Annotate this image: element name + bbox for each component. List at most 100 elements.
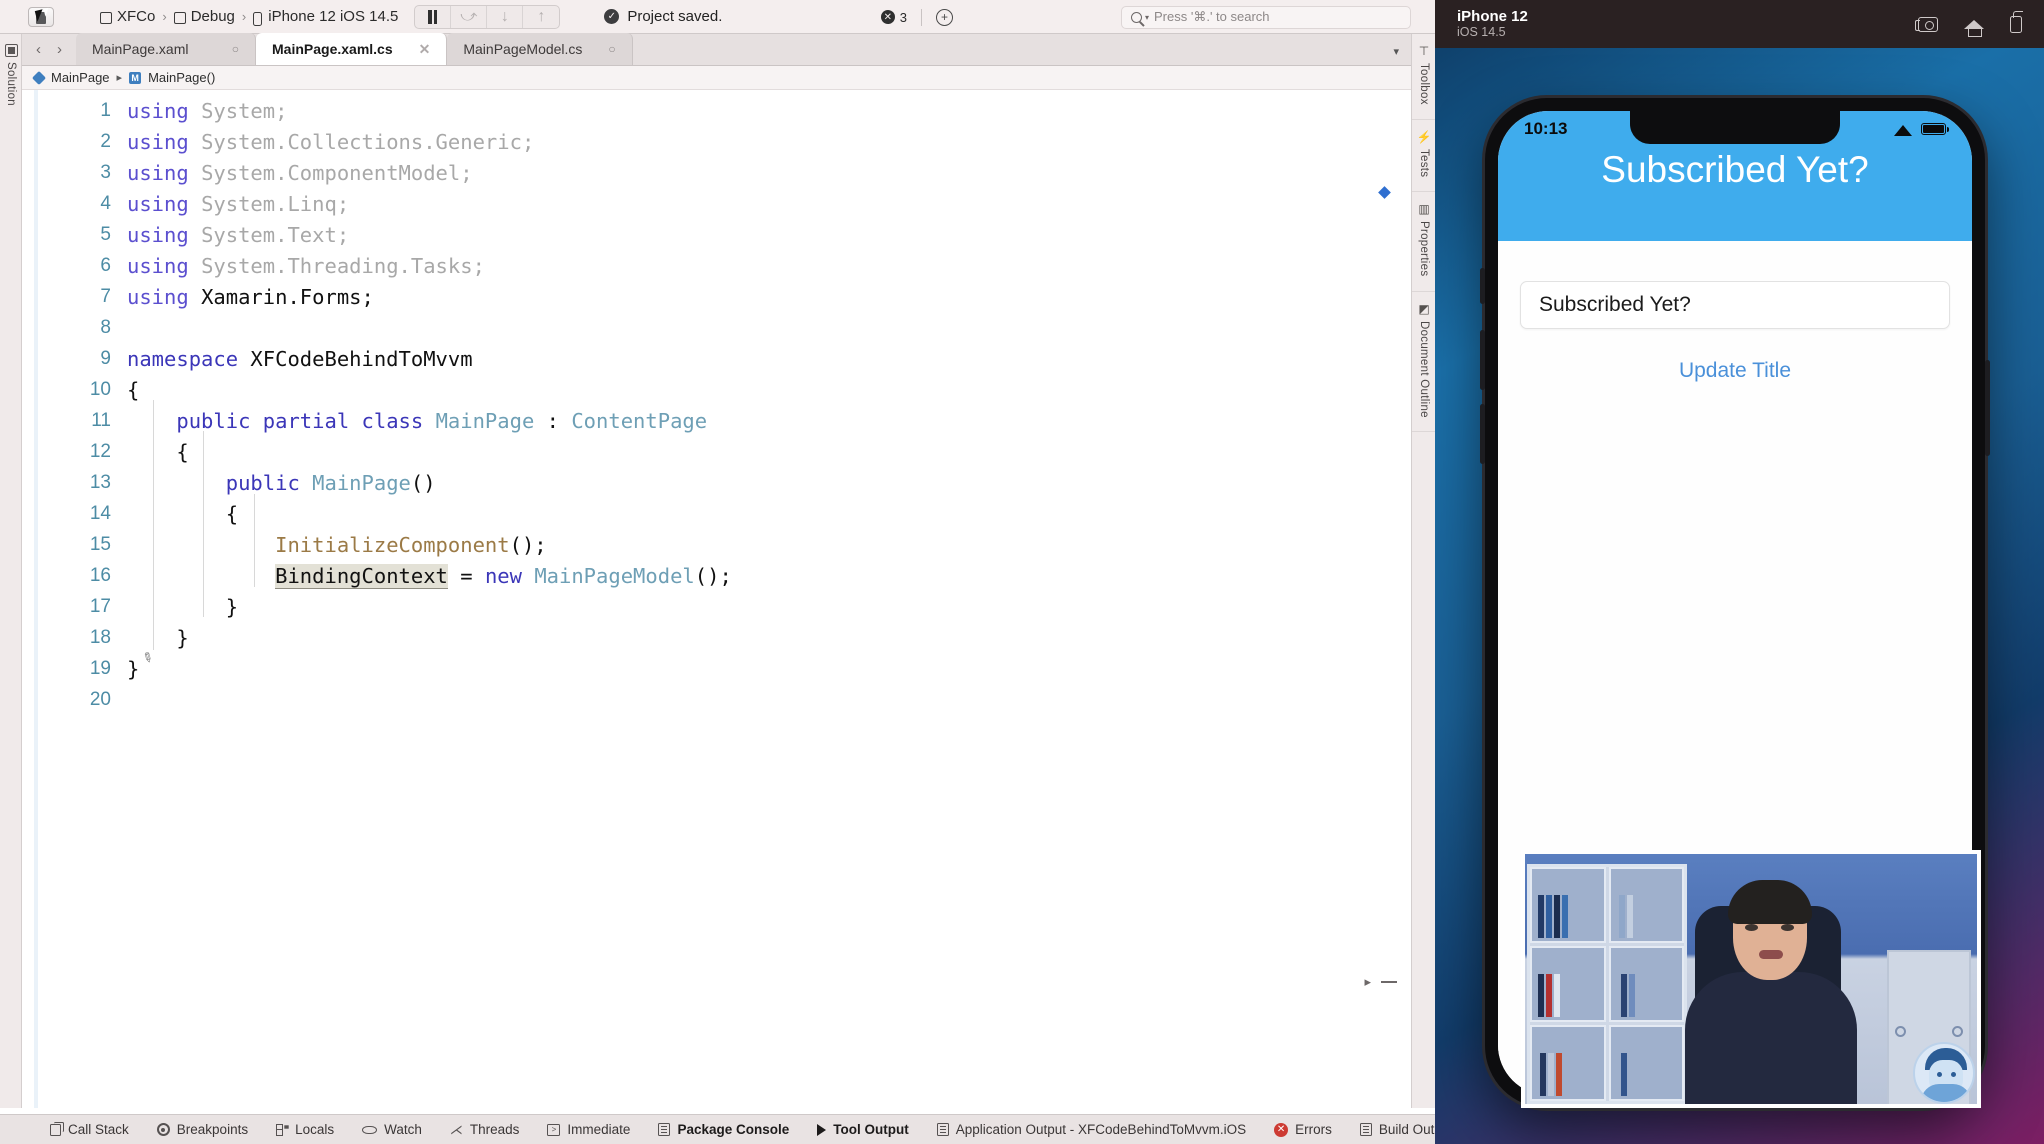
code-token: MainPage [435, 408, 535, 433]
code-line[interactable]: 2 using System.Collections.Generic; [22, 126, 1411, 157]
code-line[interactable]: 17 } [22, 591, 1411, 622]
code-line[interactable]: 5 using System.Text; [22, 219, 1411, 250]
breadcrumb-member[interactable]: MainPage() [148, 70, 215, 85]
code-token: using [127, 191, 202, 216]
code-line[interactable]: 13 public MainPage() [22, 467, 1411, 498]
document-outline-icon: ◩ [1418, 301, 1430, 316]
tab-close-icon[interactable]: ○ [608, 42, 615, 56]
statusbar-item-call-stack[interactable]: Call Stack [50, 1121, 129, 1137]
book [1628, 973, 1635, 1017]
code-line[interactable]: 15 InitializeComponent(); [22, 529, 1411, 560]
code-line[interactable]: 6 using System.Threading.Tasks; [22, 250, 1411, 281]
update-title-label: Update Title [1678, 359, 1792, 382]
person-eye [1781, 924, 1794, 931]
update-title-button[interactable]: Update Title [1498, 359, 1972, 383]
statusbar-item-threads[interactable]: ⋌ Threads [450, 1122, 520, 1138]
step-out-icon: ↑ [537, 7, 546, 25]
statusbar-item-locals[interactable]: Locals [276, 1122, 334, 1137]
code-line[interactable]: 3 using System.ComponentModel; [22, 157, 1411, 188]
navigate-forward-icon[interactable]: › [57, 41, 62, 58]
code-line[interactable]: 11 public partial class MainPage : Conte… [22, 405, 1411, 436]
editor-fold-controls[interactable]: ▸ [1364, 974, 1397, 990]
breakpoints-icon [156, 1123, 170, 1136]
statusbar-item-label: Errors [1295, 1122, 1332, 1137]
error-count-label: 3 [899, 9, 907, 25]
code-line[interactable]: 20 [22, 684, 1411, 715]
code-line[interactable]: 12 { [22, 436, 1411, 467]
app-nav-title: Subscribed Yet? [1601, 149, 1869, 190]
code-token: } [127, 625, 189, 650]
statusbar-item-application-output-xfcodebehindtomvvm-ios[interactable]: Application Output - XFCodeBehindToMvvm.… [936, 1122, 1246, 1137]
watch-icon [362, 1125, 378, 1134]
book [1538, 894, 1544, 938]
code-line[interactable]: 8 [22, 312, 1411, 343]
statusbar-item-errors[interactable]: ✕ Errors [1274, 1122, 1332, 1137]
line-number: 7 [100, 285, 111, 307]
sidebar-item-toolbox[interactable]: ⊤ Toolbox [1412, 34, 1436, 120]
code-editor[interactable]: 1 using System; 2 using System.Collections.… [22, 90, 1411, 1109]
breadcrumb-class[interactable]: MainPage [51, 70, 110, 85]
screenshot-root: XFCo › Debug › iPhone 12 iOS 14.5 ⤻ ↓ ↑ [0, 0, 2044, 1144]
tab-overflow[interactable]: ▾ [633, 45, 1411, 65]
code-token: BindingContext [275, 563, 448, 589]
tab-mainpage-xaml-cs[interactable]: MainPage.xaml.cs ✕ [256, 33, 448, 65]
configuration-selector[interactable]: Debug [173, 8, 235, 25]
code-line[interactable]: 14 { [22, 498, 1411, 529]
code-line[interactable]: 4 using System.Linq; [22, 188, 1411, 219]
code-token: public partial class [176, 408, 436, 433]
breadcrumb: MainPage ▸ M MainPage() [22, 66, 1411, 90]
phone-icon [253, 11, 263, 26]
statusbar-item-immediate[interactable]: > Immediate [547, 1122, 630, 1137]
configuration-icon [173, 11, 186, 24]
search-input[interactable]: ▾ Press '⌘.' to search [1121, 5, 1411, 29]
code-token: public [225, 470, 313, 495]
book [1620, 1052, 1627, 1096]
step-over-button[interactable]: ⤻ [451, 5, 488, 28]
code-line[interactable]: 10 { [22, 374, 1411, 405]
tab-close-icon[interactable]: ○ [232, 42, 239, 56]
title-entry-field[interactable]: Subscribed Yet? [1520, 281, 1950, 329]
chevron-down-icon: ▾ [1145, 12, 1150, 22]
sidebar-item-tests[interactable]: ⚡ Tests [1412, 120, 1436, 193]
tab-close-icon[interactable]: ✕ [419, 41, 431, 58]
code-line[interactable]: 19} [22, 653, 1411, 684]
code-line[interactable]: 9 namespace XFCodeBehindToMvvm [22, 343, 1411, 374]
project-selector[interactable]: XFCo [100, 8, 155, 25]
sidebar-item-label: Solution [5, 62, 17, 106]
book [1620, 973, 1627, 1017]
error-counter[interactable]: ✕ 3 [880, 9, 907, 25]
sidebar-item-label: Document Outline [1418, 320, 1430, 418]
sidebar-item-document-outline[interactable]: ◩ Document Outline [1412, 292, 1436, 433]
simulator-header-actions [1915, 10, 2023, 37]
code-token: System.ComponentModel; [201, 160, 473, 185]
add-icon[interactable]: + [936, 8, 953, 26]
navigate-back-icon[interactable]: ‹ [36, 41, 41, 58]
ios-status-bar: 10:13 [1498, 117, 1972, 141]
statusbar-item-breakpoints[interactable]: Breakpoints [156, 1122, 248, 1137]
sidebar-item-properties[interactable]: ▥ Properties [1412, 192, 1436, 292]
toolbar-right-group: ✕ 3 + ▾ Press '⌘.' to search [880, 0, 1435, 34]
home-icon[interactable] [1964, 19, 1984, 37]
step-into-button[interactable]: ↓ [487, 5, 524, 28]
tab-mainpagemodel-cs[interactable]: MainPageModel.cs ○ [447, 33, 633, 65]
rotate-icon[interactable] [2010, 10, 2023, 33]
line-number: 6 [100, 254, 111, 276]
pause-button[interactable] [415, 5, 452, 28]
code-line[interactable]: 7 using Xamarin.Forms; [22, 281, 1411, 312]
step-out-button[interactable]: ↑ [523, 6, 559, 28]
code-line[interactable]: 1 using System; [22, 95, 1411, 126]
screenshot-icon[interactable] [1915, 16, 1938, 32]
statusbar-item-tool-output[interactable]: Tool Output [817, 1122, 909, 1137]
device-selector[interactable]: iPhone 12 iOS 14.5 [253, 8, 398, 26]
status-bar-time: 10:13 [1524, 119, 1568, 138]
code-line[interactable]: 16 BindingContext = new MainPageModel(); [22, 560, 1411, 591]
code-line[interactable]: 18 } [22, 622, 1411, 653]
code-token: InitializeComponent [275, 532, 510, 557]
line-number: 16 [89, 564, 111, 586]
door-handle [1952, 1026, 1963, 1037]
sidebar-item-solution[interactable]: Solution [0, 44, 22, 106]
statusbar-item-watch[interactable]: Watch [362, 1122, 422, 1137]
tab-mainpage-xaml[interactable]: MainPage.xaml ○ [76, 33, 256, 65]
statusbar-item-package-console[interactable]: Package Console [658, 1122, 789, 1137]
